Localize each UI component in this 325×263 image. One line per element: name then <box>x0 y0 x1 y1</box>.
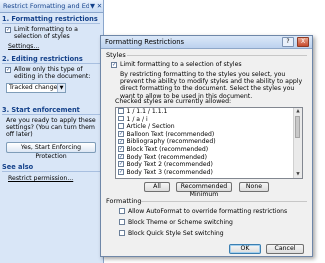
style-list-item[interactable]: ✓ Block Text (recommended) <box>116 146 302 154</box>
style-list-item[interactable]: ✓ Body Text (recommended) <box>116 154 302 162</box>
dialog-limit-label: Limit formatting to a selection of style… <box>120 61 242 68</box>
block-quick-style-option[interactable]: Block Quick Style Set switching <box>119 230 224 237</box>
see-also-heading: See also <box>2 163 34 171</box>
styles-list: 1 / 1.1 / 1.1.1 1 / a / i Article / Sectio… <box>116 108 302 176</box>
pane-menu-icon[interactable]: ▼ <box>89 2 96 10</box>
style-list-item[interactable]: 1 / a / i <box>116 116 302 124</box>
allowed-styles-label: Checked styles are currently allowed: <box>115 98 232 105</box>
block-quick-style-label: Block Quick Style Set switching <box>128 230 224 237</box>
dialog-title-bar: Formatting Restrictions ? X <box>101 36 312 49</box>
group-divider <box>141 201 307 202</box>
ok-button[interactable]: OK <box>229 244 261 254</box>
divider <box>2 63 100 64</box>
style-list-item[interactable]: ✓ Body Text 2 (recommended) <box>116 161 302 169</box>
formatting-group-label: Formatting <box>106 197 142 205</box>
close-button[interactable]: X <box>297 37 309 47</box>
scroll-thumb[interactable] <box>295 116 300 138</box>
editing-type-select[interactable]: Tracked changes ▼ <box>6 83 66 93</box>
styles-group-label: Styles <box>106 51 126 59</box>
style-label: Body Text (recommended) <box>126 153 208 161</box>
scroll-down-icon[interactable]: ▼ <box>294 171 302 178</box>
group-divider <box>127 55 307 56</box>
limit-formatting-checkbox[interactable]: ✓ <box>5 27 11 33</box>
all-button[interactable]: All <box>144 182 170 192</box>
style-label: Balloon Text (recommended) <box>126 130 215 138</box>
cancel-button[interactable]: Cancel <box>266 244 304 254</box>
none-button[interactable]: None <box>239 182 269 192</box>
style-list-item[interactable]: Article / Section <box>116 123 302 131</box>
block-quick-style-checkbox[interactable] <box>119 230 125 236</box>
style-list-item[interactable]: 1 / 1.1 / 1.1.1 <box>116 108 302 116</box>
restrict-permission-link[interactable]: Restrict permission... <box>8 175 73 182</box>
dialog-limit-checkbox[interactable]: ✓ <box>111 62 117 68</box>
style-checkbox[interactable]: ✓ <box>118 131 124 137</box>
style-checkbox[interactable]: ✓ <box>118 138 124 145</box>
formatting-restrictions-dialog: Formatting Restrictions ? X Styles ✓ Lim… <box>100 35 313 257</box>
style-checkbox[interactable]: ✓ <box>118 146 124 152</box>
pane-title-bar: Restrict Formatting and Editing ▼ ✕ <box>0 0 103 13</box>
block-theme-switching-option[interactable]: Block Theme or Scheme switching <box>119 219 233 226</box>
restrict-formatting-pane: Restrict Formatting and Editing ▼ ✕ 1. F… <box>0 0 104 263</box>
style-label: 1 / 1.1 / 1.1.1 <box>126 108 168 115</box>
autoformat-override-label: Allow AutoFormat to override formatting … <box>128 208 288 215</box>
help-button[interactable]: ? <box>282 37 294 47</box>
block-theme-switching-label: Block Theme or Scheme switching <box>128 219 233 226</box>
style-list-item[interactable]: ✓ Balloon Text (recommended) <box>116 131 302 139</box>
style-label: Block Text (recommended) <box>126 145 209 153</box>
style-label: Article / Section <box>126 123 175 131</box>
autoformat-override-option[interactable]: Allow AutoFormat to override formatting … <box>119 208 287 215</box>
pane-title: Restrict Formatting and Editing <box>3 2 89 10</box>
limit-formatting-label: Limit formatting to a selection of style… <box>14 26 78 41</box>
style-label: Body Text 2 (recommended) <box>126 161 213 169</box>
dialog-title: Formatting Restrictions <box>105 38 185 46</box>
divider <box>2 171 100 172</box>
styles-listbox[interactable]: 1 / 1.1 / 1.1.1 1 / a / i Article / Sectio… <box>115 107 303 179</box>
section-formatting-heading: 1. Formatting restrictions <box>2 15 98 23</box>
enforcement-text: Are you ready to apply these settings? (… <box>6 117 96 139</box>
chevron-down-icon: ▼ <box>57 84 65 92</box>
divider <box>2 23 100 24</box>
restriction-description: By restricting formatting to the styles … <box>120 71 303 100</box>
style-label: Body Text 3 (recommended) <box>126 168 213 176</box>
divider <box>2 114 100 115</box>
pane-close-icon[interactable]: ✕ <box>96 2 103 10</box>
style-checkbox[interactable] <box>118 115 124 122</box>
editing-type-value: Tracked changes <box>9 84 61 91</box>
settings-link[interactable]: Settings... <box>8 43 39 50</box>
section-editing-heading: 2. Editing restrictions <box>2 55 83 63</box>
allow-editing-checkbox[interactable]: ✓ <box>5 67 11 73</box>
style-checkbox[interactable]: ✓ <box>118 169 124 175</box>
recommended-minimum-button[interactable]: Recommended Minimum <box>176 182 232 198</box>
style-checkbox[interactable]: ✓ <box>118 161 124 167</box>
style-label: Bibliography (recommended) <box>126 138 216 146</box>
allow-editing-label: Allow only this type of editing in the d… <box>14 66 91 81</box>
style-label: 1 / a / i <box>126 115 148 123</box>
block-theme-switching-checkbox[interactable] <box>119 219 125 225</box>
start-enforcing-button[interactable]: Yes, Start Enforcing Protection <box>6 142 96 160</box>
style-checkbox[interactable] <box>118 123 124 129</box>
scroll-up-icon[interactable]: ▲ <box>294 108 302 115</box>
autoformat-override-checkbox[interactable] <box>119 208 125 214</box>
style-checkbox[interactable] <box>118 108 124 114</box>
section-enforcement-heading: 3. Start enforcement <box>2 106 80 114</box>
style-checkbox[interactable]: ✓ <box>118 153 124 160</box>
style-list-item[interactable]: ✓ Bibliography (recommended) <box>116 138 302 146</box>
style-list-item[interactable]: ✓ Body Text 3 (recommended) <box>116 169 302 177</box>
list-scrollbar[interactable]: ▲ ▼ <box>293 108 302 178</box>
